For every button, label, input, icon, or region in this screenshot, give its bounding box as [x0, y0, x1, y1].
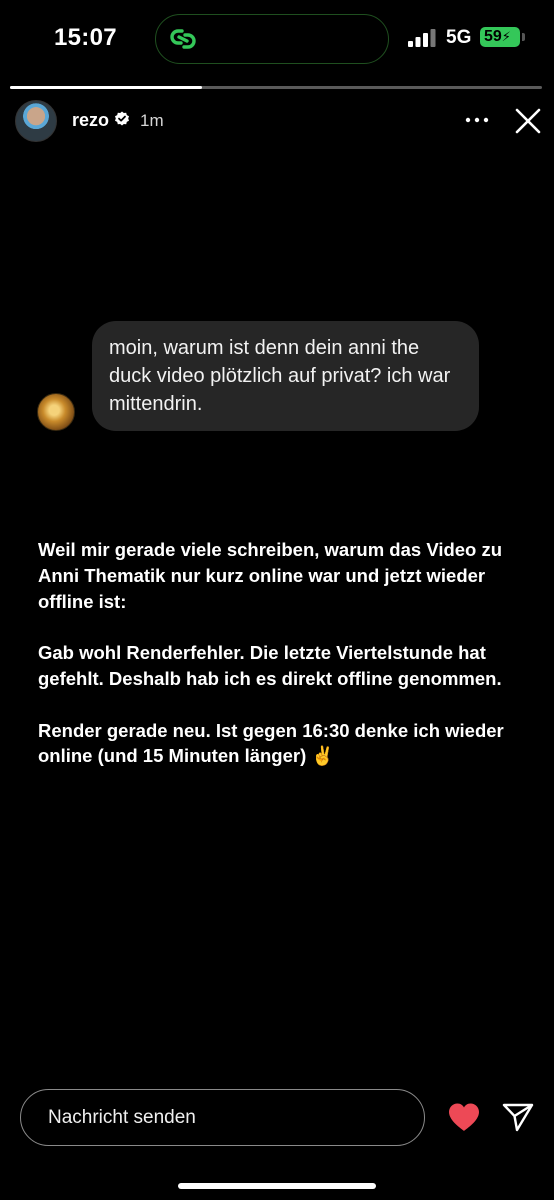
sender-avatar — [37, 393, 75, 431]
more-options-icon[interactable] — [464, 108, 490, 132]
network-type: 5G — [446, 27, 472, 48]
status-bar: 15:07 5G 59⚡ — [0, 0, 554, 78]
link-icon — [170, 29, 196, 49]
battery-level: 59⚡ — [480, 27, 520, 47]
send-icon[interactable] — [502, 1102, 534, 1132]
post-time: 1m — [140, 111, 164, 130]
close-icon[interactable] — [513, 106, 543, 136]
charging-bolt-icon: ⚡ — [501, 29, 511, 44]
verified-badge-icon — [115, 111, 129, 126]
heart-icon[interactable] — [447, 1102, 481, 1132]
dynamic-island[interactable] — [155, 14, 389, 64]
story-paragraph: Weil mir gerade viele schreiben, warum d… — [38, 539, 503, 612]
story-text: Weil mir gerade viele schreiben, warum d… — [38, 537, 528, 795]
author-avatar[interactable] — [15, 100, 57, 142]
story-progress-bar — [10, 86, 542, 89]
battery-percent: 59 — [484, 28, 502, 45]
quoted-message-bubble: moin, warum ist denn dein anni the duck … — [92, 321, 479, 431]
status-time: 15:07 — [54, 24, 117, 51]
cellular-signal-icon — [408, 29, 436, 47]
story-paragraph: Gab wohl Renderfehler. Die letzte Vierte… — [38, 642, 502, 689]
send-message-input[interactable] — [20, 1089, 425, 1146]
story-paragraph: Render gerade neu. Ist gegen 16:30 denke… — [38, 719, 504, 767]
battery-terminal — [522, 33, 525, 41]
author-username[interactable]: rezo — [72, 110, 109, 131]
story-progress-fill — [10, 86, 202, 89]
home-indicator[interactable] — [178, 1183, 376, 1189]
